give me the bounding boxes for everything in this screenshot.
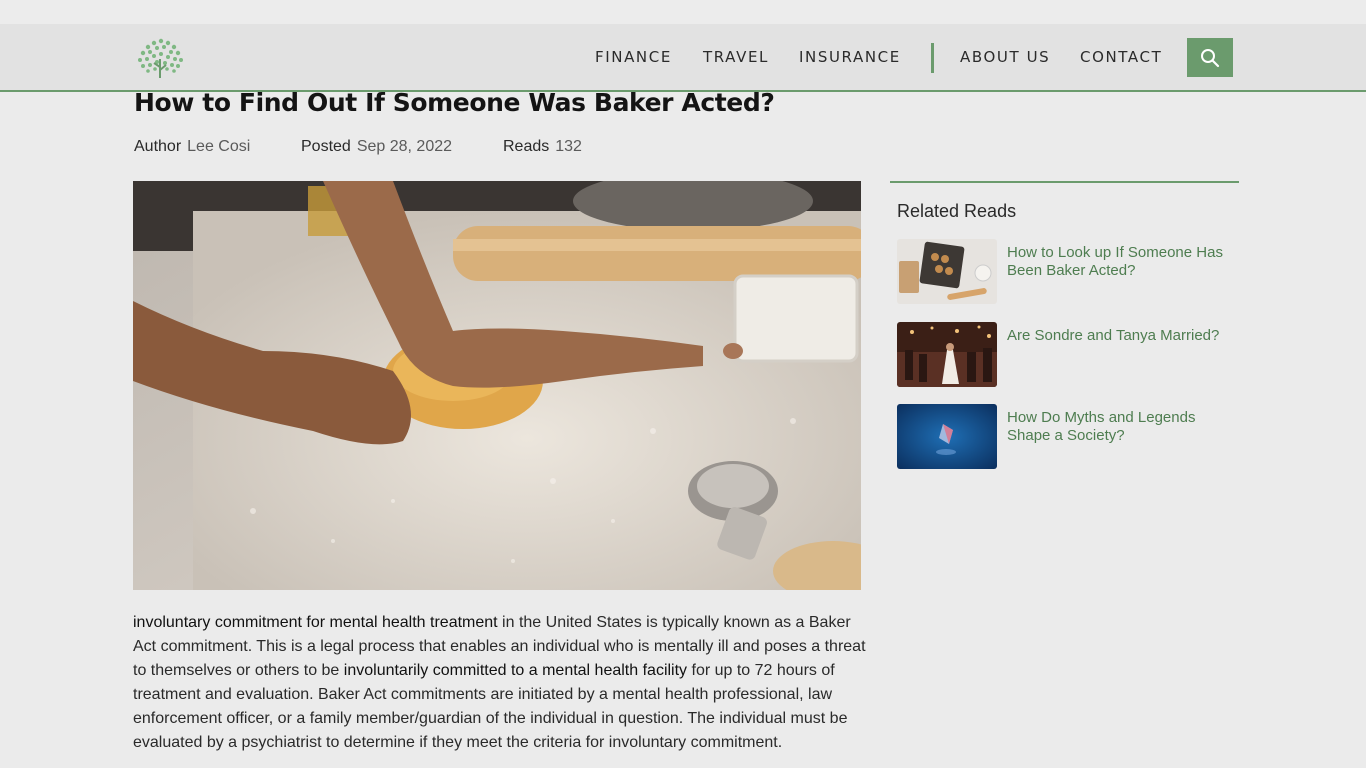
posted-label: Posted <box>301 138 351 155</box>
nav-travel[interactable]: TRAVEL <box>703 24 769 90</box>
related-title[interactable]: Are Sondre and Tanya Married? <box>1007 327 1237 345</box>
nav-insurance[interactable]: INSURANCE <box>799 24 901 90</box>
related-item[interactable]: How to Look up If Someone Has Been Baker… <box>897 239 1237 305</box>
nav-finance[interactable]: FINANCE <box>595 24 672 90</box>
posted-date: Sep 28, 2022 <box>356 138 453 155</box>
article-title: How to Find Out If Someone Was Baker Act… <box>134 88 775 117</box>
related-thumbnail[interactable] <box>897 404 997 469</box>
related-item[interactable]: Are Sondre and Tanya Married? <box>897 322 1237 388</box>
nav-about-us[interactable]: ABOUT US <box>960 24 1050 90</box>
reads-count: 132 <box>555 138 582 155</box>
top-strip <box>0 0 1366 24</box>
sidebar-divider <box>890 181 1239 183</box>
meta-author: Author Lee Cosi <box>134 138 250 156</box>
article-body: involuntary commitment for mental health… <box>133 611 868 755</box>
related-title[interactable]: How Do Myths and Legends Shape a Society… <box>1007 409 1237 445</box>
tree-logo-icon[interactable] <box>134 37 186 79</box>
nav-contact[interactable]: CONTACT <box>1080 24 1162 90</box>
author-name[interactable]: Lee Cosi <box>187 138 250 155</box>
related-title[interactable]: How to Look up If Someone Has Been Baker… <box>1007 244 1237 280</box>
related-thumbnail[interactable] <box>897 239 997 304</box>
author-label: Author <box>134 138 182 155</box>
meta-reads: Reads 132 <box>503 138 582 156</box>
related-thumbnail[interactable] <box>897 322 997 387</box>
article-link[interactable]: involuntary commitment for mental health… <box>133 614 498 631</box>
article-link[interactable]: involuntarily committed to a mental heal… <box>344 662 687 679</box>
sidebar-title: Related Reads <box>897 201 1017 221</box>
site-header: FINANCE TRAVEL INSURANCE ABOUT US CONTAC… <box>0 24 1366 92</box>
meta-posted: Posted Sep 28, 2022 <box>301 138 452 156</box>
hero-image <box>133 181 861 590</box>
search-button[interactable] <box>1187 38 1233 77</box>
reads-label: Reads <box>503 138 550 155</box>
nav-divider <box>931 43 934 73</box>
related-item[interactable]: How Do Myths and Legends Shape a Society… <box>897 404 1237 470</box>
search-icon <box>1201 48 1220 67</box>
